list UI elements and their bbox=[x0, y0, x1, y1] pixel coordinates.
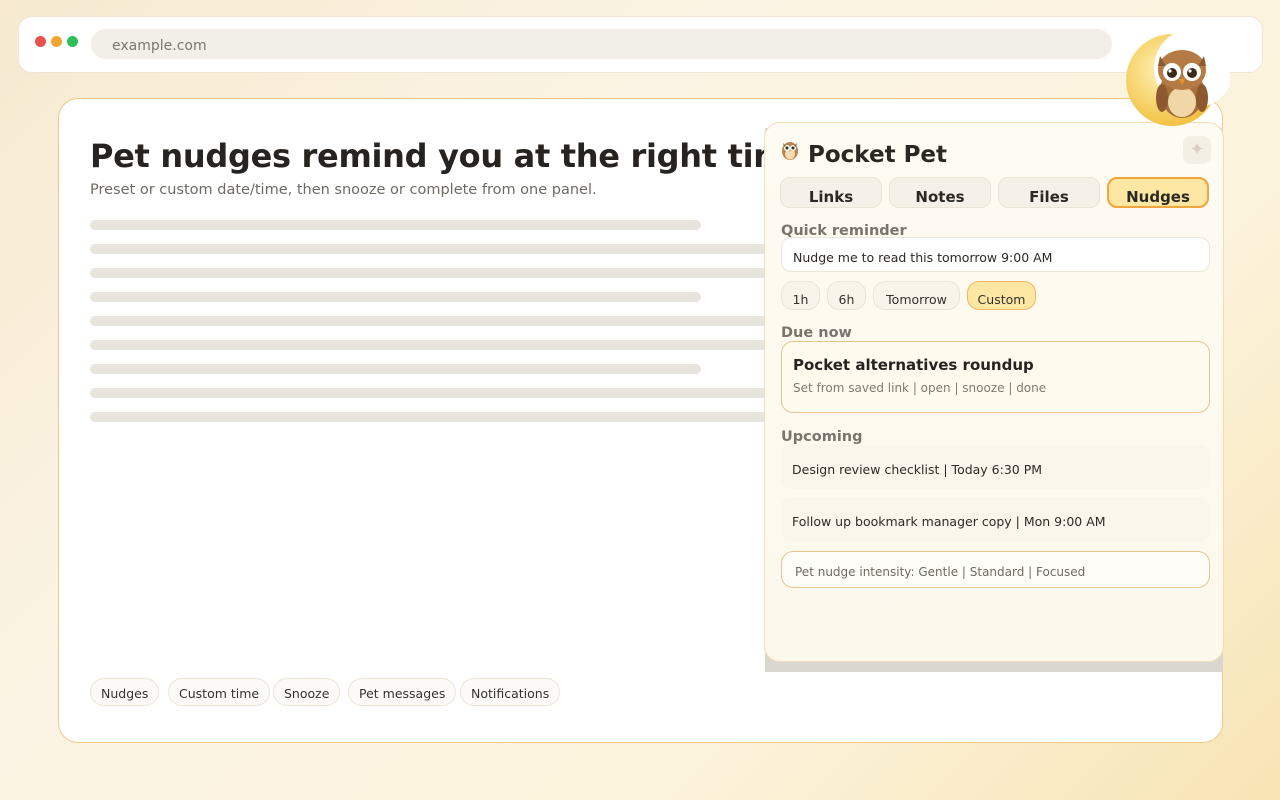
placeholder-line bbox=[90, 292, 701, 302]
address-bar[interactable]: example.com bbox=[91, 29, 1112, 59]
placeholder-line bbox=[90, 244, 790, 254]
owl-icon bbox=[782, 142, 798, 160]
placeholder-line bbox=[90, 388, 790, 398]
due-reminder-title: Pocket alternatives roundup bbox=[793, 356, 1034, 374]
owl-moon-icon bbox=[1126, 28, 1230, 126]
preset-custom-chip[interactable]: Custom bbox=[967, 281, 1036, 310]
browser-chrome: example.com bbox=[18, 16, 1263, 73]
due-now-label: Due now bbox=[781, 325, 852, 341]
upcoming-label: Upcoming bbox=[781, 429, 863, 445]
tab-files[interactable]: Files bbox=[998, 177, 1100, 208]
close-window-icon[interactable] bbox=[35, 36, 46, 47]
upcoming-item[interactable]: Follow up bookmark manager copy | Mon 9:… bbox=[781, 497, 1210, 541]
preset-1h-chip[interactable]: 1h bbox=[781, 281, 820, 310]
upcoming-item[interactable]: Design review checklist | Today 6:30 PM bbox=[781, 445, 1210, 489]
due-reminder-meta: Set from saved link | open | snooze | do… bbox=[793, 381, 1047, 395]
tab-links[interactable]: Links bbox=[780, 177, 882, 208]
quick-reminder-input[interactable]: Nudge me to read this tomorrow 9:00 AM bbox=[781, 237, 1210, 272]
nudge-intensity-selector[interactable]: Pet nudge intensity: Gentle | Standard |… bbox=[781, 551, 1210, 588]
tag-snooze[interactable]: Snooze bbox=[273, 678, 341, 706]
tab-nudges[interactable]: Nudges bbox=[1107, 177, 1209, 208]
page-subtitle: Preset or custom date/time, then snooze … bbox=[90, 182, 597, 198]
minimize-window-icon[interactable] bbox=[51, 36, 62, 47]
placeholder-line bbox=[90, 340, 790, 350]
placeholder-line bbox=[90, 268, 790, 278]
tab-notes[interactable]: Notes bbox=[889, 177, 991, 208]
due-reminder-card[interactable]: Pocket alternatives roundup Set from sav… bbox=[781, 341, 1210, 413]
tag-custom-time[interactable]: Custom time bbox=[168, 678, 271, 706]
tag-nudges[interactable]: Nudges bbox=[90, 678, 160, 706]
placeholder-line bbox=[90, 412, 790, 422]
placeholder-line bbox=[90, 316, 790, 326]
page-title: Pet nudges remind you at the right time bbox=[90, 137, 808, 175]
preset-tomorrow-chip[interactable]: Tomorrow bbox=[873, 281, 960, 310]
gear-icon[interactable]: ✦ bbox=[1183, 136, 1211, 164]
preset-6h-chip[interactable]: 6h bbox=[827, 281, 866, 310]
maximize-window-icon[interactable] bbox=[67, 36, 78, 47]
placeholder-line bbox=[90, 364, 701, 374]
placeholder-line bbox=[90, 220, 701, 230]
pocket-pet-panel: Pocket Pet ✦ Links Notes Files Nudges Qu… bbox=[764, 122, 1224, 662]
tag-pet-messages[interactable]: Pet messages bbox=[348, 678, 457, 706]
tag-notifications[interactable]: Notifications bbox=[460, 678, 561, 706]
panel-title: Pocket Pet bbox=[808, 142, 948, 168]
